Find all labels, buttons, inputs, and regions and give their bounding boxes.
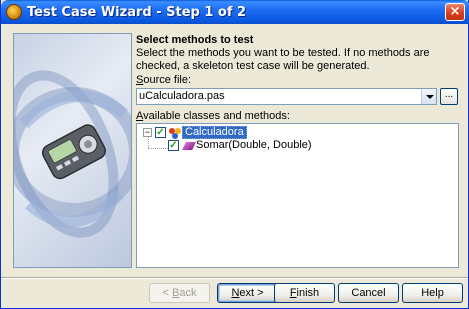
help-button[interactable]: Help (402, 283, 463, 303)
page-heading: Select methods to test (136, 34, 254, 46)
close-button[interactable]: × (445, 3, 465, 21)
classes-methods-label: Available classes and methods: (136, 110, 290, 122)
collapse-icon[interactable]: − (143, 128, 152, 137)
title-bar[interactable]: Test Case Wizard - Step 1 of 2 × (1, 0, 469, 24)
back-button[interactable]: < Back (149, 283, 210, 303)
cancel-button[interactable]: Cancel (338, 283, 399, 303)
class-icon (169, 128, 181, 139)
wizard-dialog: Test Case Wizard - Step 1 of 2 × Select … (0, 0, 469, 309)
finish-button-mnemonic: F (289, 287, 297, 299)
classes-methods-label-text: vailable classes and methods: (143, 110, 290, 122)
finish-button-text: inish (296, 287, 320, 299)
calculadora-checkbox[interactable]: ✓ (155, 127, 166, 138)
tree-item-label[interactable]: Calculadora (182, 126, 247, 139)
source-file-label: Source file: (136, 74, 191, 86)
source-file-value: uCalculadora.pas (139, 90, 225, 102)
next-button[interactable]: Next > (217, 283, 278, 303)
chevron-down-icon[interactable] (421, 89, 436, 104)
back-button-prefix: < (162, 287, 172, 299)
wizard-illustration (13, 33, 132, 268)
window-title: Test Case Wizard - Step 1 of 2 (27, 5, 247, 20)
button-separator (1, 277, 468, 279)
next-button-text: ext > (239, 287, 264, 299)
tree-item-calculadora[interactable]: − ✓ Calculadora (137, 126, 337, 139)
somar-checkbox[interactable]: ✓ (168, 140, 179, 151)
back-button-text: ack (179, 287, 197, 299)
tree-item-somar[interactable]: ✓ Somar(Double, Double) (137, 139, 387, 152)
tree-item-label[interactable]: Somar(Double, Double) (196, 140, 312, 151)
finish-button[interactable]: Finish (274, 283, 335, 303)
source-file-label-text: ource file: (143, 74, 192, 86)
wizard-app-icon (6, 4, 22, 20)
method-icon (182, 142, 196, 150)
classes-methods-tree[interactable]: − ✓ Calculadora ✓ Somar(Double, Double) (136, 123, 459, 268)
calculator-illustration-icon (14, 70, 131, 238)
source-file-combobox[interactable]: uCalculadora.pas (136, 88, 437, 105)
page-description: Select the methods you want to be tested… (136, 47, 430, 72)
browse-button[interactable]: ... (440, 88, 458, 105)
